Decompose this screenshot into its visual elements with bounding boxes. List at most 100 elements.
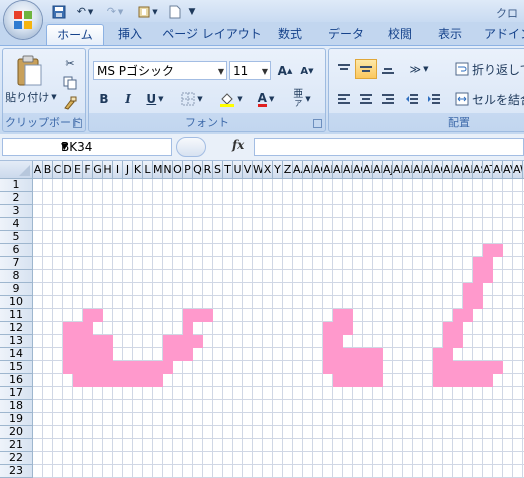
column-header[interactable]: Y bbox=[273, 161, 283, 178]
column-header[interactable]: AO bbox=[433, 161, 443, 178]
chevron-down-icon[interactable]: ▼ bbox=[61, 139, 167, 155]
filled-cell[interactable] bbox=[173, 348, 183, 361]
filled-cell[interactable] bbox=[143, 374, 153, 387]
filled-cell[interactable] bbox=[113, 374, 123, 387]
increase-indent-icon[interactable] bbox=[423, 89, 445, 109]
merge-center-button[interactable]: セルを結合 bbox=[455, 89, 524, 109]
column-header[interactable]: K bbox=[133, 161, 143, 178]
filled-cell[interactable] bbox=[443, 374, 453, 387]
filled-cell[interactable] bbox=[73, 348, 83, 361]
filled-cell[interactable] bbox=[333, 374, 343, 387]
filled-cell[interactable] bbox=[173, 335, 183, 348]
filled-cell[interactable] bbox=[93, 361, 103, 374]
filled-cell[interactable] bbox=[153, 361, 163, 374]
filled-cell[interactable] bbox=[343, 348, 353, 361]
bold-button[interactable]: B bbox=[93, 89, 115, 109]
filled-cell[interactable] bbox=[203, 309, 213, 322]
filled-cell[interactable] bbox=[133, 374, 143, 387]
filled-cell[interactable] bbox=[63, 335, 73, 348]
name-box[interactable]: BK34 ▼ bbox=[2, 138, 172, 156]
column-header[interactable]: C bbox=[53, 161, 63, 178]
filled-cell[interactable] bbox=[343, 322, 353, 335]
filled-cell[interactable] bbox=[433, 374, 443, 387]
format-painter-qa-icon[interactable]: ▼ bbox=[134, 3, 162, 20]
filled-cell[interactable] bbox=[453, 361, 463, 374]
filled-cell[interactable] bbox=[193, 309, 203, 322]
column-header[interactable]: AI bbox=[373, 161, 383, 178]
filled-cell[interactable] bbox=[333, 309, 343, 322]
column-header[interactable]: N bbox=[163, 161, 173, 178]
align-right-icon[interactable] bbox=[377, 89, 399, 109]
filled-cell[interactable] bbox=[183, 322, 193, 335]
column-header[interactable]: I bbox=[113, 161, 123, 178]
filled-cell[interactable] bbox=[333, 348, 343, 361]
italic-button[interactable]: I bbox=[117, 89, 139, 109]
column-header[interactable]: AJ bbox=[383, 161, 393, 178]
filled-cell[interactable] bbox=[163, 335, 173, 348]
tab-data[interactable]: データ bbox=[324, 24, 368, 45]
filled-cell[interactable] bbox=[183, 309, 193, 322]
fill-color-icon[interactable]: ▼ bbox=[215, 89, 247, 109]
filled-cell[interactable] bbox=[333, 335, 343, 348]
undo-icon[interactable]: ↶ ▼ bbox=[72, 3, 98, 20]
column-header[interactable]: AN bbox=[423, 161, 433, 178]
column-header[interactable]: W bbox=[253, 161, 263, 178]
filled-cell[interactable] bbox=[363, 374, 373, 387]
filled-cell[interactable] bbox=[73, 361, 83, 374]
filled-cell[interactable] bbox=[373, 348, 383, 361]
filled-cell[interactable] bbox=[473, 257, 483, 270]
filled-cell[interactable] bbox=[463, 296, 473, 309]
filled-cell[interactable] bbox=[83, 361, 93, 374]
column-header[interactable]: F bbox=[83, 161, 93, 178]
filled-cell[interactable] bbox=[63, 348, 73, 361]
align-middle-icon[interactable] bbox=[355, 59, 377, 79]
paste-button[interactable]: 貼り付け ▼ bbox=[5, 89, 57, 105]
formula-input[interactable] bbox=[254, 138, 524, 156]
column-header[interactable]: V bbox=[243, 161, 253, 178]
decrease-indent-icon[interactable] bbox=[401, 89, 423, 109]
filled-cell[interactable] bbox=[143, 361, 153, 374]
filled-cell[interactable] bbox=[83, 348, 93, 361]
filled-cell[interactable] bbox=[123, 374, 133, 387]
column-header[interactable]: O bbox=[173, 161, 183, 178]
filled-cell[interactable] bbox=[113, 361, 123, 374]
filled-cell[interactable] bbox=[483, 257, 493, 270]
filled-cell[interactable] bbox=[483, 270, 493, 283]
format-painter-icon[interactable] bbox=[61, 95, 79, 111]
filled-cell[interactable] bbox=[463, 309, 473, 322]
tab-review[interactable]: 校閲 bbox=[382, 24, 418, 45]
filled-cell[interactable] bbox=[483, 244, 493, 257]
column-header[interactable]: S bbox=[213, 161, 223, 178]
column-header[interactable]: Q bbox=[193, 161, 203, 178]
column-header[interactable]: AD bbox=[323, 161, 333, 178]
column-header[interactable]: AT bbox=[483, 161, 493, 178]
phonetic-guide-icon[interactable]: 亜ア ▼ bbox=[287, 89, 317, 109]
column-header[interactable]: J bbox=[123, 161, 133, 178]
column-header[interactable]: E bbox=[73, 161, 83, 178]
align-bottom-icon[interactable] bbox=[377, 59, 399, 79]
filled-cell[interactable] bbox=[473, 374, 483, 387]
filled-cell[interactable] bbox=[83, 335, 93, 348]
filled-cell[interactable] bbox=[473, 296, 483, 309]
filled-cell[interactable] bbox=[453, 309, 463, 322]
filled-cell[interactable] bbox=[463, 361, 473, 374]
redo-icon[interactable]: ↷ ▼ bbox=[102, 3, 128, 20]
column-header[interactable]: X bbox=[263, 161, 273, 178]
filled-cell[interactable] bbox=[453, 322, 463, 335]
column-header[interactable]: AR bbox=[463, 161, 473, 178]
tab-formulas[interactable]: 数式 bbox=[272, 24, 308, 45]
filled-cell[interactable] bbox=[443, 361, 453, 374]
filled-cell[interactable] bbox=[353, 348, 363, 361]
filled-cell[interactable] bbox=[123, 361, 133, 374]
column-header[interactable]: AK bbox=[393, 161, 403, 178]
filled-cell[interactable] bbox=[493, 361, 503, 374]
insert-function-icon[interactable]: fx bbox=[232, 138, 244, 152]
filled-cell[interactable] bbox=[343, 309, 353, 322]
filled-cell[interactable] bbox=[473, 270, 483, 283]
filled-cell[interactable] bbox=[163, 361, 173, 374]
filled-cell[interactable] bbox=[343, 374, 353, 387]
filled-cell[interactable] bbox=[73, 322, 83, 335]
filled-cell[interactable] bbox=[103, 361, 113, 374]
filled-cell[interactable] bbox=[353, 361, 363, 374]
filled-cell[interactable] bbox=[183, 335, 193, 348]
